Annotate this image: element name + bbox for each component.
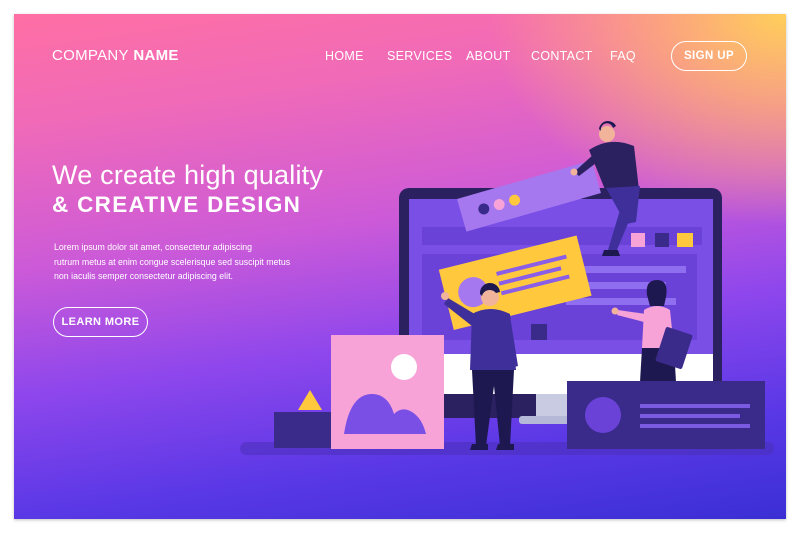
image-card-icon [331,335,444,449]
hero-illustration [240,121,774,455]
landing-page: COMPANY NAME HOME SERVICES ABOUT CONTACT… [14,14,786,519]
profile-card-icon [567,381,765,449]
